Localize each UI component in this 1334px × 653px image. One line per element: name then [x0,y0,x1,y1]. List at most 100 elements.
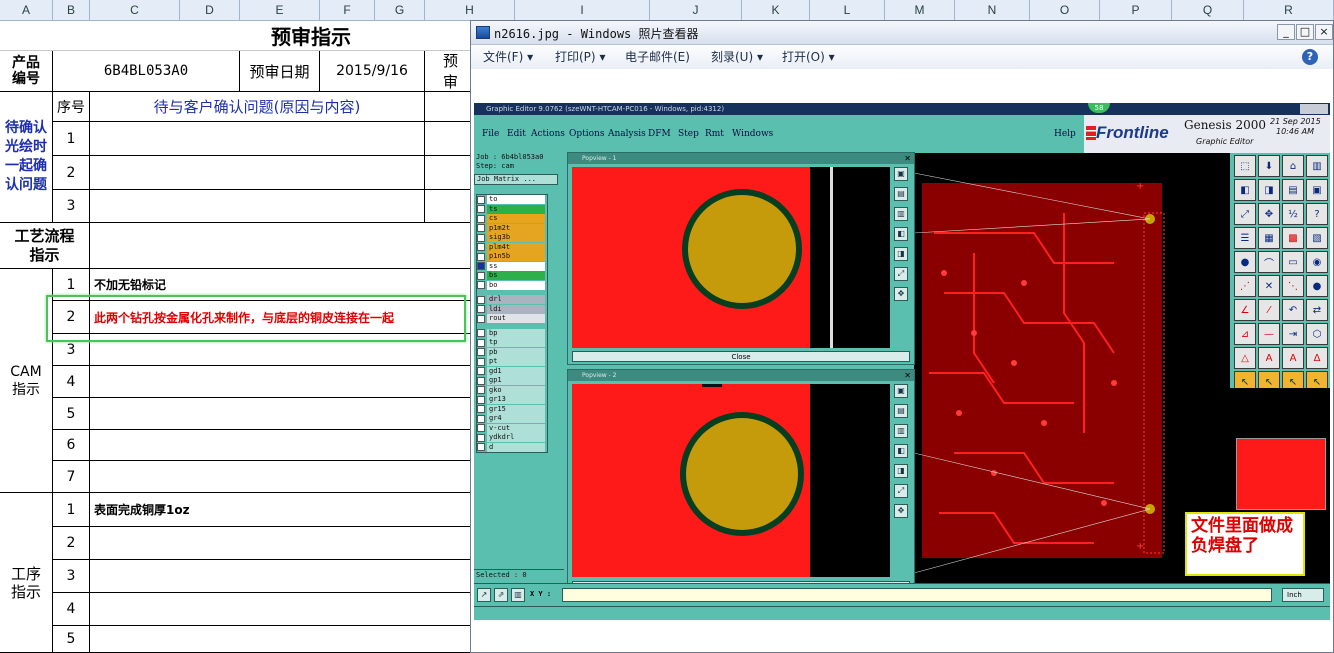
column-header-k[interactable]: K [742,0,810,21]
step-info: Step: cam [476,162,514,170]
product-value[interactable]: 6B4BL053A0 [53,51,240,92]
step-row-text[interactable] [90,527,472,560]
column-header-b[interactable]: B [53,0,90,21]
layer-name: gr15 [487,404,545,414]
cam-row-num[interactable]: 4 [53,366,90,398]
pending-row-extra[interactable] [425,190,472,223]
cam-row-text[interactable] [90,461,472,493]
column-header-h[interactable]: H [425,0,515,21]
step-row-text[interactable] [90,560,472,593]
pending-row-num[interactable]: 3 [53,190,90,223]
layer-checkbox [477,414,485,423]
cam-row-num[interactable]: 6 [53,430,90,461]
sheet-title[interactable]: 预审指示 [0,21,472,51]
genesis-title-buttons [1300,104,1328,114]
help-icon[interactable]: ? [1302,49,1318,65]
layer-name: v-cut [487,423,545,433]
step-row-num[interactable]: 5 [53,626,90,653]
chevron-down-icon: ▾ [599,50,606,64]
selected-cell-highlight [46,295,466,342]
step-row-num[interactable]: 4 [53,593,90,626]
column-header-q[interactable]: Q [1172,0,1244,21]
process-value[interactable] [90,223,472,269]
cam-row-text[interactable] [90,398,472,430]
cam-row-num[interactable]: 7 [53,461,90,493]
maximize-button[interactable]: □ [1296,24,1314,40]
column-header-r[interactable]: R [1244,0,1334,21]
pending-row-extra[interactable] [425,156,472,190]
layer-row: rout [477,314,547,324]
photo-viewer-menubar: 文件(F) ▾ 打印(P) ▾ 电子邮件(E) 刻录(U) ▾ 打开(O) ▾ … [471,45,1333,69]
svg-text:+: + [1136,541,1144,552]
layer-checkbox [477,443,485,452]
column-header-g[interactable]: G [375,0,425,21]
step-row-text[interactable] [90,593,472,626]
toolbar-icon: ? [1306,203,1328,225]
pending-group-label[interactable]: 待确认光绘时一起确认问题 [0,92,53,223]
pending-row-num[interactable]: 2 [53,156,90,190]
column-header-n[interactable]: N [955,0,1030,21]
column-header-f[interactable]: F [320,0,375,21]
frontline-logo-bar [1086,126,1096,140]
step-row-num[interactable]: 3 [53,560,90,593]
product-label[interactable]: 产品编号 [0,51,53,92]
sidebar-icon: ◨ [894,464,908,478]
pending-row-extra[interactable] [425,122,472,156]
column-header-d[interactable]: D [180,0,240,21]
column-header-a[interactable]: A [0,0,53,21]
cam-row-text[interactable] [90,366,472,398]
status-icon: ⇗ [494,588,508,602]
sidebar-icon: ▤ [894,404,908,418]
layer-row: cs [477,214,547,224]
layer-checkbox [477,338,485,347]
menu-email[interactable]: 电子邮件(E) [625,45,690,69]
layer-row: gko [477,385,547,396]
menu-file[interactable]: 文件(F) ▾ [483,45,533,69]
column-header-m[interactable]: M [885,0,955,21]
seq-header[interactable]: 序号 [53,92,90,122]
photo-viewer-titlebar[interactable]: n2616.jpg - Windows 照片查看器 _ □ × [471,21,1333,45]
genesis-titlebar: Graphic Editor 9.0762 (szeWNT-HTCAM-PC01… [474,103,1330,115]
review-date-label[interactable]: 预审日期 [240,51,320,92]
layer-row: gd1 [477,366,547,377]
cam-row-num[interactable]: 5 [53,398,90,430]
column-header-e[interactable]: E [240,0,320,21]
column-header-l[interactable]: L [810,0,885,21]
step-label[interactable]: 工序指示 [0,493,53,653]
process-label[interactable]: 工艺流程指示 [0,223,90,269]
pending-row-text[interactable] [90,122,425,156]
cam-row-text[interactable] [90,430,472,461]
popview-1-close-x: ✕ [904,154,911,163]
menu-print[interactable]: 打印(P) ▾ [555,45,605,69]
column-header-o[interactable]: O [1030,0,1100,21]
step-row-num[interactable]: 2 [53,527,90,560]
minimize-button[interactable]: _ [1277,24,1295,40]
review-date-value[interactable]: 2015/9/16 [320,51,425,92]
menu-open[interactable]: 打开(O) ▾ [782,45,835,69]
pending-row-num[interactable]: 1 [53,122,90,156]
column-header-c[interactable]: C [90,0,180,21]
close-button[interactable]: × [1315,24,1333,40]
popview-1-sidebar: ▣ ▤ ▥ ◧ ◨ ⤢ ✥ [894,167,912,307]
pending-row-text[interactable] [90,156,425,190]
layer-name: bp [487,328,545,338]
popview-1-canvas [572,167,890,348]
pending-row-text[interactable] [90,190,425,223]
step-row-text[interactable]: 表面完成铜厚1oz [90,493,472,527]
toolbar-icon: ◉ [1306,251,1328,273]
step-row-text[interactable] [90,626,472,653]
column-header-p[interactable]: P [1100,0,1172,21]
layer-name: gr13 [487,395,545,405]
column-header-i[interactable]: I [515,0,650,21]
column-header-j[interactable]: J [650,0,742,21]
issue-header[interactable]: 待与客户确认问题(原因与内容) [90,92,425,122]
issue-header-extra[interactable] [425,92,472,122]
menu-burn[interactable]: 刻录(U) ▾ [711,45,763,69]
review-cut-label[interactable]: 预审 [425,51,472,92]
job-matrix-button: Job Matrix ... [474,174,558,185]
layer-row: ydkdrl [477,433,547,443]
layer-name: gko [487,385,545,395]
step-row-num[interactable]: 1 [53,493,90,527]
layer-name: rout [487,314,545,324]
svg-text:+: + [1136,181,1144,192]
